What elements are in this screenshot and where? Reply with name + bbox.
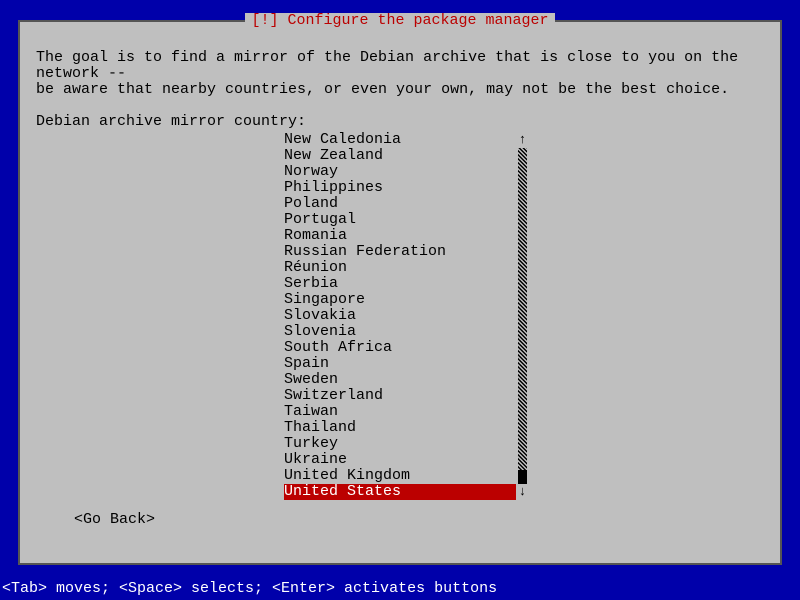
mirror-country-prompt: Debian archive mirror country: xyxy=(36,114,764,130)
country-list-item[interactable]: Slovakia xyxy=(284,308,534,324)
scroll-track[interactable] xyxy=(518,148,527,484)
scroll-down-arrow-icon[interactable]: ↓ xyxy=(518,484,527,500)
scrollbar[interactable]: ↑ ↓ xyxy=(518,132,527,500)
instruction-text: The goal is to find a mirror of the Debi… xyxy=(36,50,764,98)
country-list-item[interactable]: New Zealand xyxy=(284,148,534,164)
dialog-inner: The goal is to find a mirror of the Debi… xyxy=(20,22,780,563)
dialog-title: [!] Configure the package manager xyxy=(245,13,554,29)
country-list-item[interactable]: Philippines xyxy=(284,180,534,196)
country-list-item[interactable]: Poland xyxy=(284,196,534,212)
country-list-item[interactable]: Ukraine xyxy=(284,452,534,468)
country-list-item[interactable]: Réunion xyxy=(284,260,534,276)
country-list-item[interactable]: Singapore xyxy=(284,292,534,308)
country-list-item[interactable]: Portugal xyxy=(284,212,534,228)
scroll-thumb[interactable] xyxy=(518,470,527,484)
dialog-title-wrap: [!] Configure the package manager xyxy=(20,13,780,29)
footer-help-bar: <Tab> moves; <Space> selects; <Enter> ac… xyxy=(0,580,800,600)
dialog-box: [!] Configure the package manager The go… xyxy=(18,20,782,565)
country-list-item[interactable]: Romania xyxy=(284,228,534,244)
country-list-item[interactable]: Turkey xyxy=(284,436,534,452)
go-back-button[interactable]: <Go Back> xyxy=(74,512,155,528)
country-list-item[interactable]: Slovenia xyxy=(284,324,534,340)
country-list-item[interactable]: Serbia xyxy=(284,276,534,292)
country-list-item[interactable]: Russian Federation xyxy=(284,244,534,260)
country-list-item[interactable]: Thailand xyxy=(284,420,534,436)
country-list-item[interactable]: Norway xyxy=(284,164,534,180)
country-list-item[interactable]: Sweden xyxy=(284,372,534,388)
country-list-item[interactable]: United States xyxy=(284,484,516,500)
country-list-item[interactable]: Switzerland xyxy=(284,388,534,404)
scroll-up-arrow-icon[interactable]: ↑ xyxy=(518,132,527,148)
country-list-item[interactable]: New Caledonia xyxy=(284,132,534,148)
country-list-item[interactable]: Spain xyxy=(284,356,534,372)
country-list-item[interactable]: United Kingdom xyxy=(284,468,534,484)
country-list-item[interactable]: Taiwan xyxy=(284,404,534,420)
country-list[interactable]: New CaledoniaNew ZealandNorwayPhilippine… xyxy=(284,132,534,500)
country-list-item[interactable]: South Africa xyxy=(284,340,534,356)
